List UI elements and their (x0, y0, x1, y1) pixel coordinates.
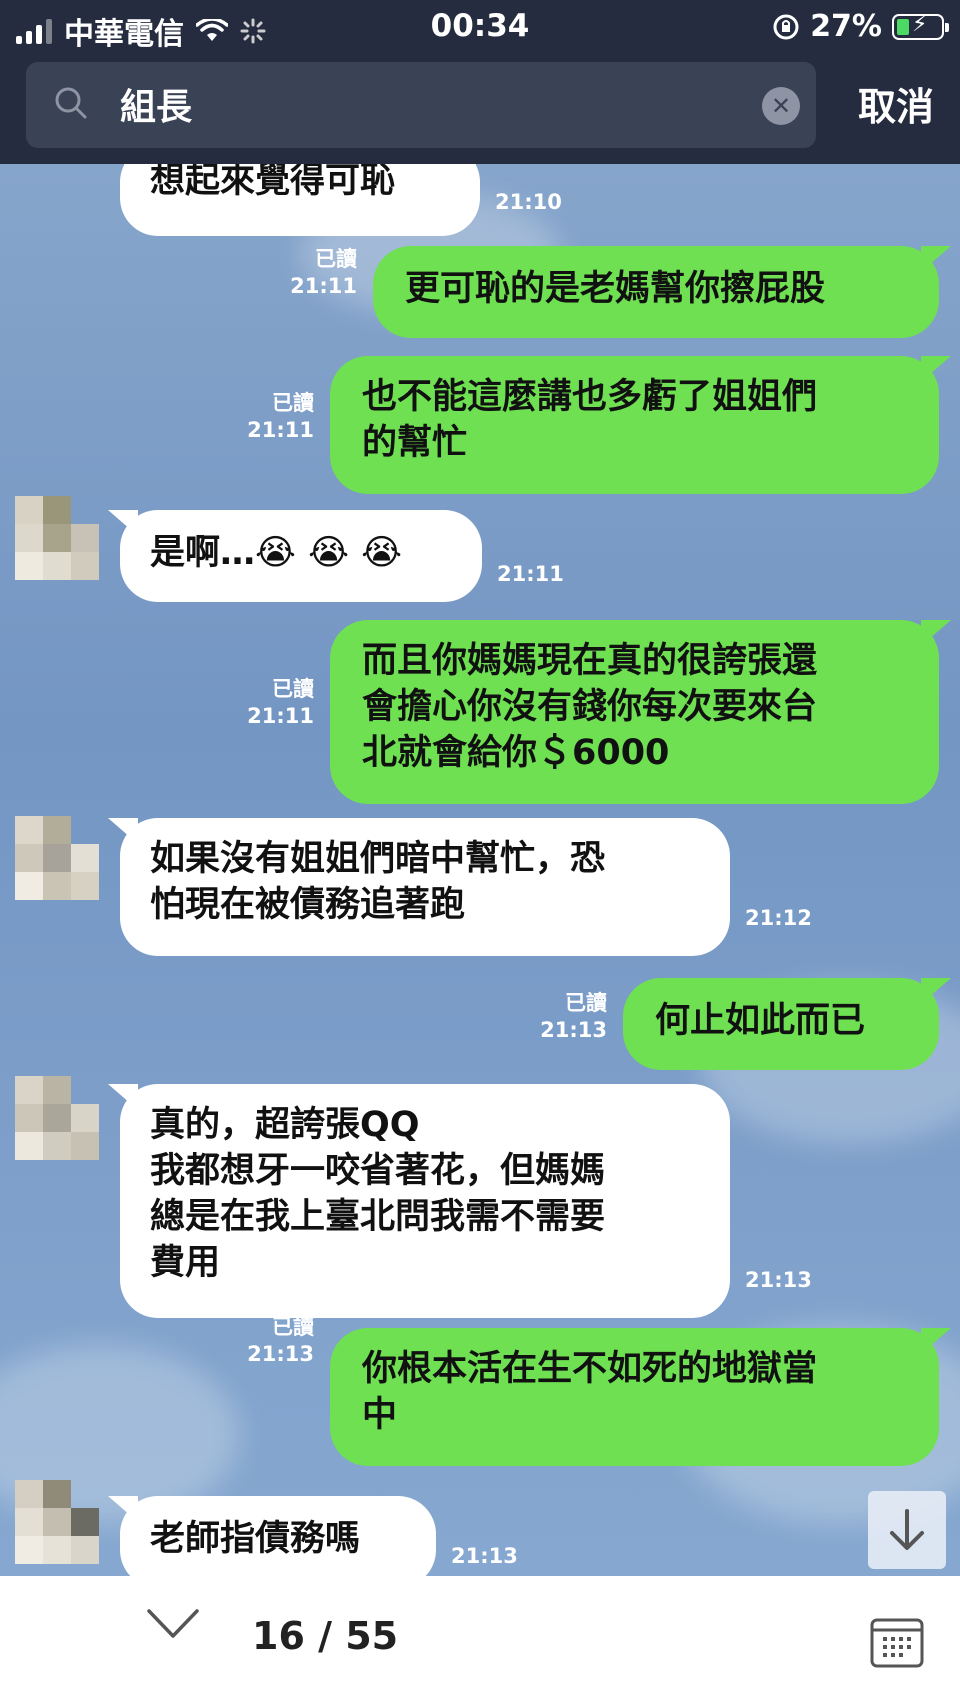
search-bar: 組長 ✕ 取消 (0, 56, 960, 164)
message-time: 21:13 (745, 1268, 812, 1292)
message-read-meta: 已讀 21:11 (240, 676, 314, 730)
message-read-meta: 已讀 21:13 (530, 990, 607, 1044)
message-bubble-incoming[interactable]: 老師指債務嗎 (120, 1496, 436, 1576)
message-time: 21:11 (247, 418, 314, 442)
chat-area[interactable]: 想起來覺得可恥 21:10 已讀 21:11 更可恥的是老媽幫你擦屁股 已讀 2… (0, 164, 960, 1576)
read-receipt: 已讀 (272, 391, 314, 415)
cancel-button[interactable]: 取消 (858, 76, 934, 131)
chevron-down-icon[interactable] (146, 1606, 200, 1642)
message-text: 也不能這麼講也多虧了姐姐們 的幫忙 (362, 377, 818, 463)
battery-percent: 27% (810, 9, 882, 44)
message-text: 何止如此而已 (655, 1001, 866, 1041)
read-receipt: 已讀 (272, 677, 314, 701)
message-time: 21:13 (540, 1018, 607, 1042)
message-text: 老師指債務嗎 (150, 1519, 361, 1559)
avatar[interactable] (15, 1076, 99, 1160)
status-right: 27% ⚡ (772, 9, 949, 44)
search-result-navigator: 16 / 55 (0, 1576, 960, 1708)
message-bubble-incoming[interactable]: 是啊…😭 😭 😭 (120, 510, 482, 602)
message-bubble-incoming[interactable]: 如果沒有姐姐們暗中幫忙，恐 怕現在被債務追著跑 (120, 818, 730, 956)
avatar[interactable] (15, 496, 99, 580)
message-read-meta: 已讀 21:11 (240, 390, 314, 444)
message-time: 21:13 (247, 1342, 314, 1366)
message-text: 真的，超誇張QQ 我都想牙一咬省著花，但媽媽 總是在我上臺北問我需不需要 費用 (150, 1105, 606, 1283)
message-read-meta: 已讀 21:11 (280, 246, 357, 300)
message-time: 21:12 (745, 906, 812, 930)
message-text: 更可恥的是老媽幫你擦屁股 (405, 269, 826, 309)
message-text: 你根本活在生不如死的地獄當 中 (362, 1349, 818, 1435)
read-receipt: 已讀 (565, 991, 607, 1015)
message-time: 21:11 (497, 562, 564, 586)
message-bubble-outgoing[interactable]: 更可恥的是老媽幫你擦屁股 (373, 246, 939, 338)
message-text: 想起來覺得可恥 (150, 164, 396, 201)
search-icon (55, 87, 87, 119)
battery-icon: ⚡ (892, 11, 949, 40)
message-time: 21:11 (290, 274, 357, 298)
search-input[interactable]: 組長 ✕ (26, 62, 816, 148)
result-counter: 16 / 55 (252, 1614, 399, 1658)
status-bar: 中華電信 00:34 27% ⚡ (0, 0, 960, 56)
message-text: 是啊…😭 😭 😭 (150, 533, 403, 573)
scroll-to-bottom-button[interactable] (868, 1491, 946, 1569)
message-text: 如果沒有姐姐們暗中幫忙，恐 怕現在被債務追著跑 (150, 839, 606, 925)
read-receipt: 已讀 (315, 247, 357, 271)
avatar[interactable] (15, 816, 99, 900)
charging-bolt-icon: ⚡ (912, 11, 928, 37)
message-bubble-outgoing[interactable]: 而且你媽媽現在真的很誇張還 會擔心你沒有錢你每次要來台 北就會給你＄6000 (330, 620, 939, 804)
orientation-lock-icon (773, 14, 799, 39)
message-bubble-outgoing[interactable]: 也不能這麼講也多虧了姐姐們 的幫忙 (330, 356, 939, 494)
clear-icon[interactable]: ✕ (762, 87, 800, 125)
message-read-meta: 已讀 21:13 (240, 1314, 314, 1368)
battery-fill (897, 18, 909, 35)
arrow-down-icon (890, 1509, 924, 1550)
message-bubble-outgoing[interactable]: 你根本活在生不如死的地獄當 中 (330, 1328, 939, 1466)
message-text: 而且你媽媽現在真的很誇張還 會擔心你沒有錢你每次要來台 北就會給你＄6000 (362, 641, 818, 773)
message-time: 21:10 (495, 190, 562, 214)
message-time: 21:11 (247, 704, 314, 728)
message-bubble-incoming[interactable]: 真的，超誇張QQ 我都想牙一咬省著花，但媽媽 總是在我上臺北問我需不需要 費用 (120, 1084, 730, 1318)
message-time: 21:13 (451, 1544, 518, 1568)
calendar-icon[interactable] (869, 1614, 925, 1670)
message-bubble-outgoing[interactable]: 何止如此而已 (623, 978, 939, 1070)
avatar[interactable] (15, 1480, 99, 1564)
message-bubble-incoming[interactable]: 想起來覺得可恥 (120, 164, 480, 236)
read-receipt: 已讀 (272, 1315, 314, 1339)
search-query: 組長 (120, 87, 193, 128)
